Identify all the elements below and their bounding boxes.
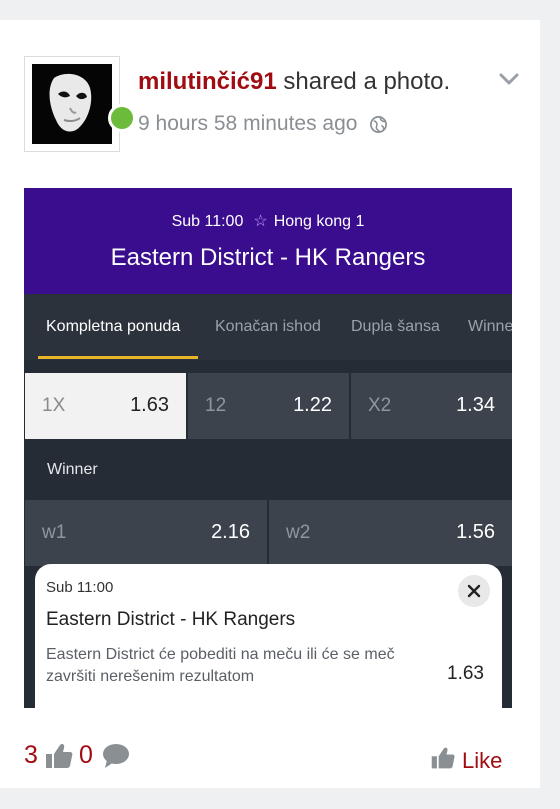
double-chance-row: 1X 1.63 12 1.22 X2 1.34 <box>24 373 512 439</box>
market-tabs: Kompletna ponuda Konačan ishod Dupla šan… <box>24 294 512 360</box>
like-button[interactable]: Like <box>430 745 502 774</box>
match-time: Sub 11:00 <box>171 213 244 230</box>
avatar-image <box>32 64 112 144</box>
odd-label: w1 <box>42 522 67 543</box>
like-label: Like <box>462 748 503 773</box>
online-status-indicator <box>108 104 136 132</box>
shared-photo[interactable]: Sub 11:00 ☆ Hong kong 1 Eastern District -… <box>24 188 512 708</box>
odd-label: X2 <box>368 395 392 416</box>
comment-bubble-icon[interactable] <box>101 742 131 770</box>
bet-slip-description: Eastern District će pobediti na meču ili… <box>46 646 395 685</box>
likes-count[interactable]: 3 <box>24 741 38 770</box>
match-header: Sub 11:00 ☆ Hong kong 1 Eastern District -… <box>24 188 512 294</box>
odd-value: 1.56 <box>456 521 495 543</box>
tab-winner: Winne <box>468 318 512 335</box>
odd-label: w2 <box>286 522 311 543</box>
winner-section-title: Winner <box>47 461 98 478</box>
bet-slip-popup: Sub 11:00 Eastern District - HK Rangers … <box>35 564 502 708</box>
odd-value: 1.34 <box>456 394 495 416</box>
avatar[interactable] <box>24 56 136 152</box>
odd-cell-w1: w1 2.16 <box>25 500 267 566</box>
tab-kompletna-ponuda: Kompletna ponuda <box>46 318 181 335</box>
active-tab-underline <box>38 356 198 359</box>
chevron-down-icon[interactable] <box>497 70 521 88</box>
thumbs-up-icon[interactable] <box>44 742 74 770</box>
post-card: milutinčić91 shared a photo. 9 hours 58 … <box>0 20 540 788</box>
star-icon: ☆ <box>253 213 268 230</box>
winner-row: w1 2.16 w2 1.56 <box>24 500 512 566</box>
post-meta: 9 hours 58 minutes ago <box>138 112 388 136</box>
post-header: milutinčić91 shared a photo. <box>138 68 488 96</box>
author-link[interactable]: milutinčić91 <box>138 68 277 95</box>
odd-cell-w2: w2 1.56 <box>269 500 512 566</box>
globe-icon <box>370 115 388 133</box>
post-timestamp[interactable]: 9 hours 58 minutes ago <box>138 112 357 135</box>
match-title: Eastern District - HK Rangers <box>110 244 426 271</box>
odd-value: 2.16 <box>211 521 250 543</box>
odd-label: 12 <box>205 395 227 416</box>
close-icon <box>458 575 490 607</box>
bet-slip-odd: 1.63 <box>447 663 484 684</box>
odd-cell-1x: 1X 1.63 <box>25 373 186 439</box>
odd-value: 1.22 <box>293 394 332 416</box>
post-action-text: shared a photo. <box>283 68 451 95</box>
league-name: Hong kong 1 <box>273 213 365 230</box>
tab-konacan-ishod: Konačan ishod <box>215 318 321 335</box>
odd-cell-x2: X2 1.34 <box>351 373 512 439</box>
tab-dupla-sansa: Dupla šansa <box>351 318 440 335</box>
bet-slip-match: Eastern District - HK Rangers <box>46 609 296 630</box>
comments-count[interactable]: 0 <box>79 741 93 770</box>
odd-value: 1.63 <box>130 394 169 416</box>
thumbs-up-icon <box>431 747 455 769</box>
bet-slip-time: Sub 11:00 <box>46 579 114 596</box>
odd-cell-12: 12 1.22 <box>188 373 349 439</box>
odd-label: 1X <box>42 395 66 416</box>
match-subline: Sub 11:00 ☆ Hong kong 1 <box>24 211 512 231</box>
